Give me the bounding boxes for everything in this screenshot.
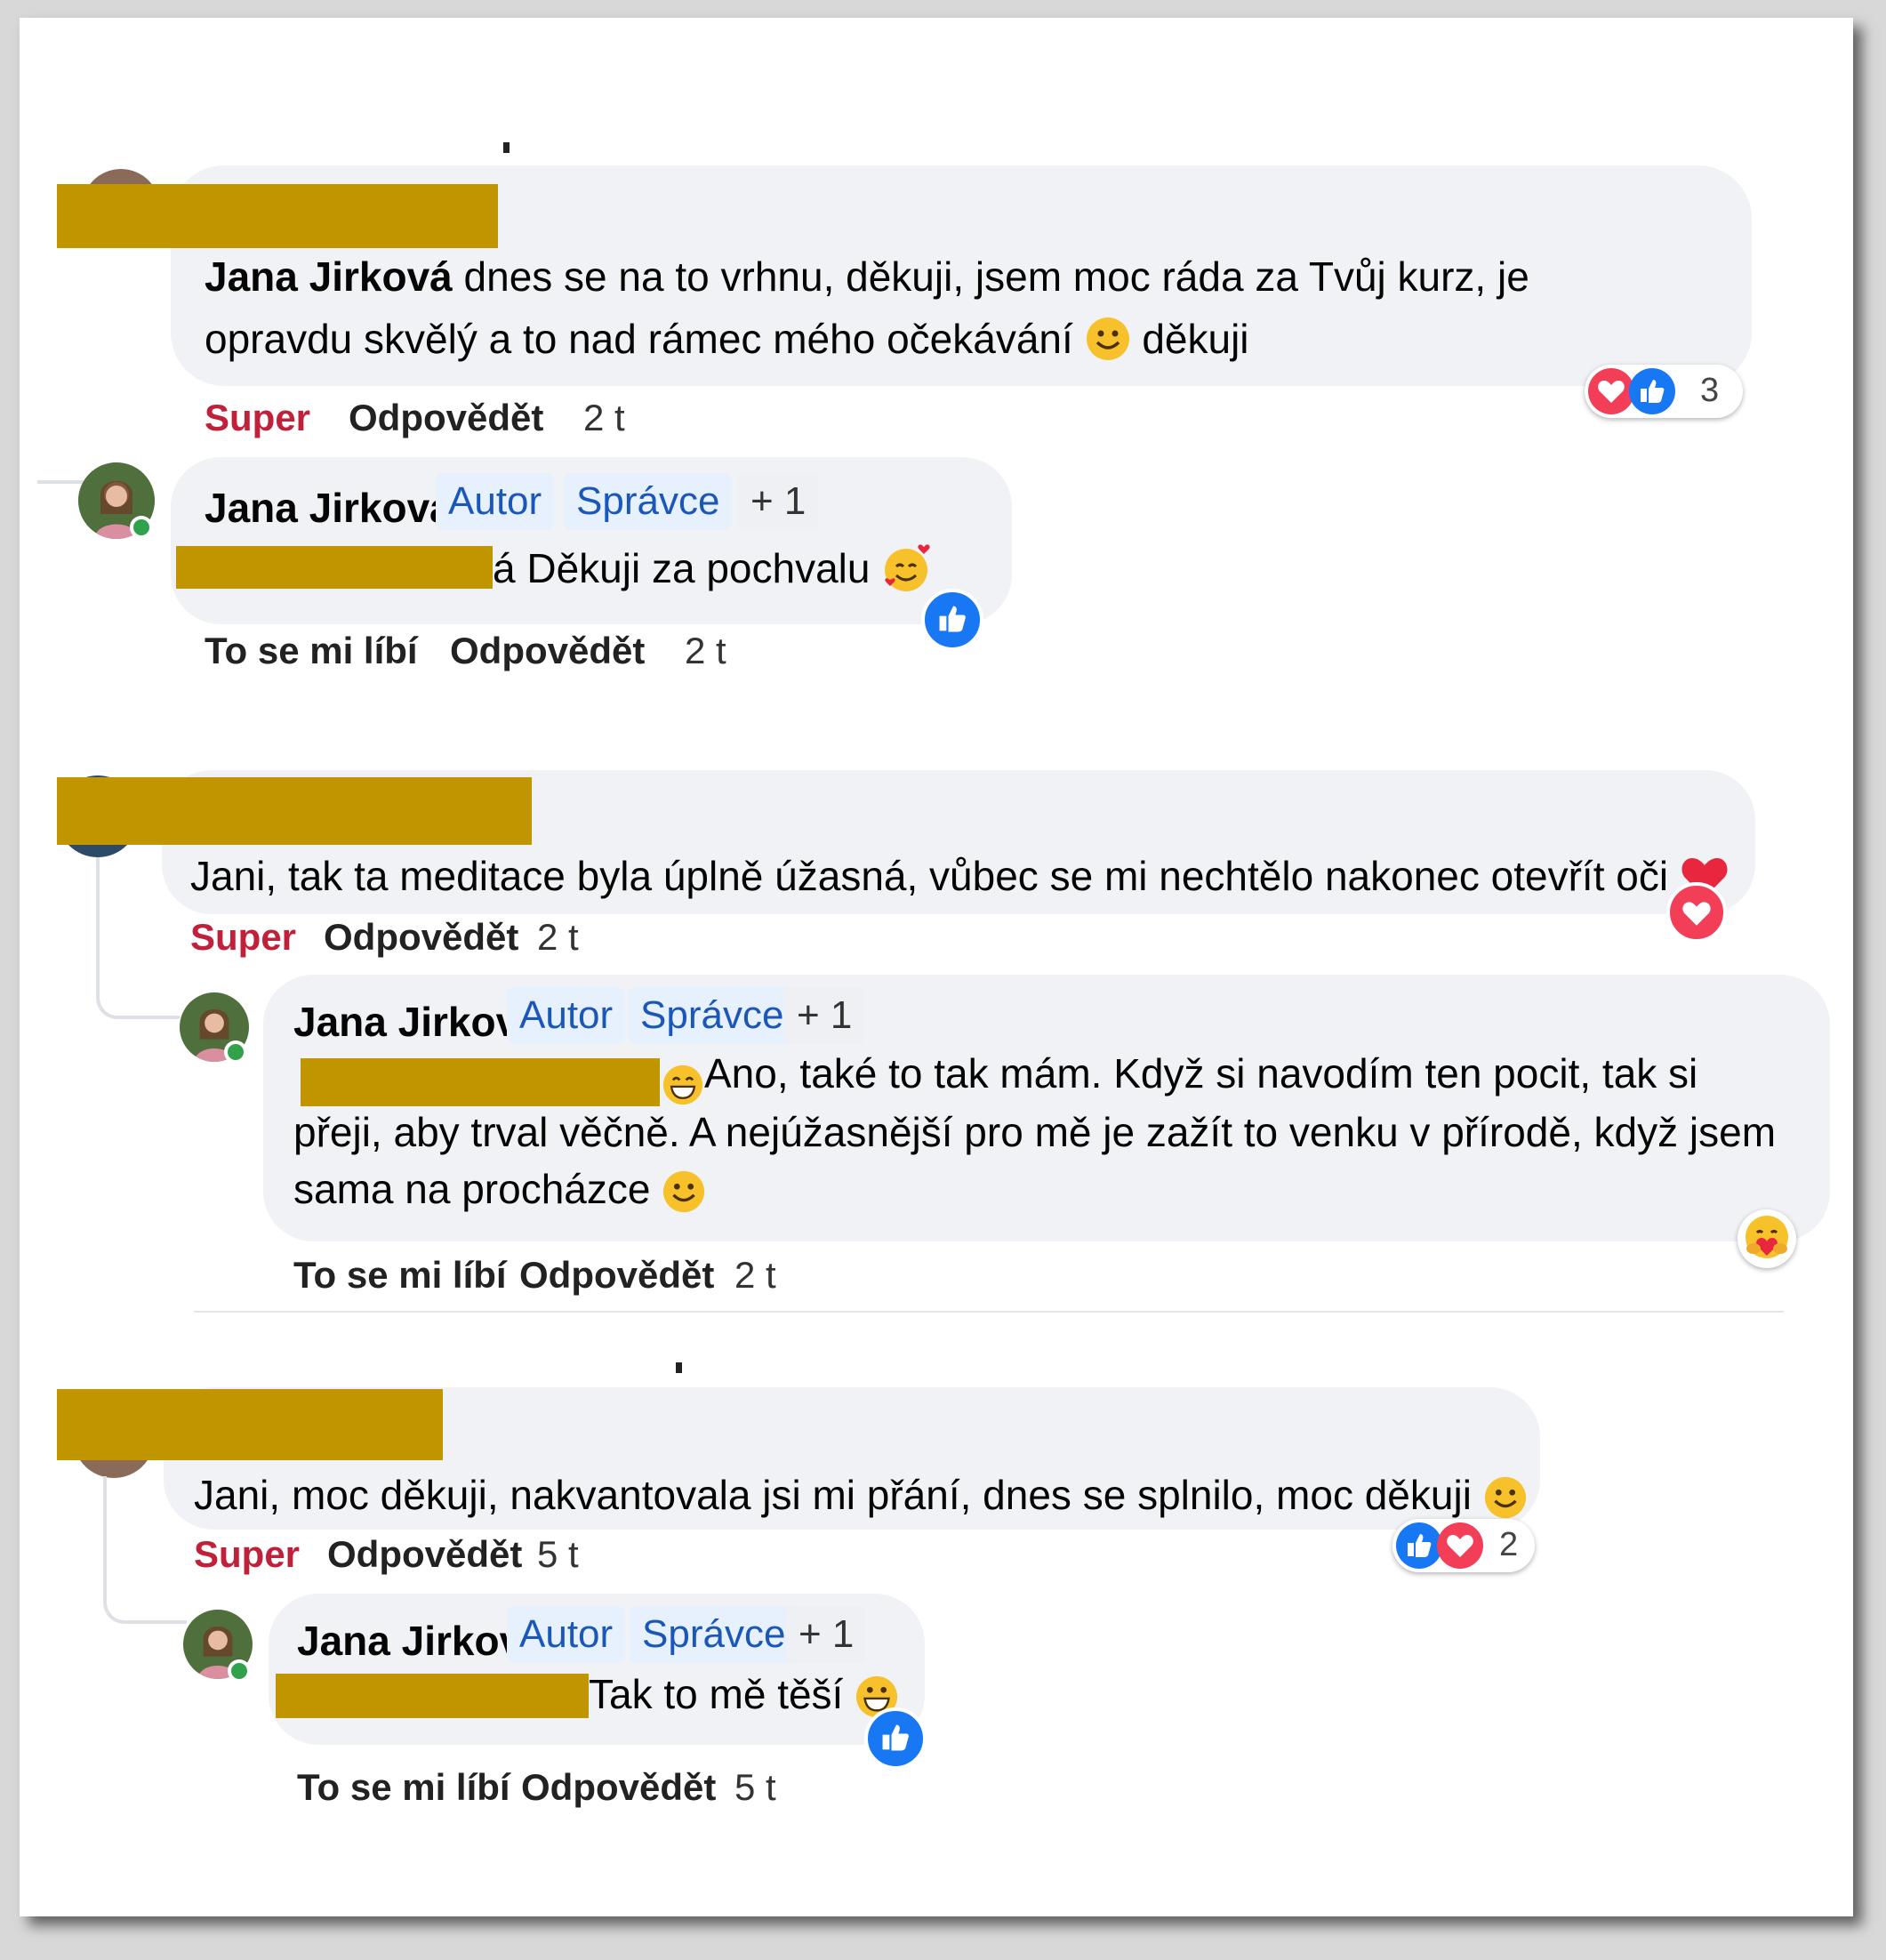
badge-more[interactable]: + 1 <box>738 473 819 530</box>
timestamp[interactable]: 2 t <box>537 916 579 959</box>
comment-text: Jana Jirková dnes se na to vrhnu, děkuji… <box>205 253 1529 300</box>
timestamp[interactable]: 2 t <box>734 1254 776 1297</box>
reactions-summary[interactable]: 3 <box>1585 365 1743 418</box>
comment-text: Jani, moc děkuji, nakvantovala jsi mi př… <box>194 1464 1528 1526</box>
smiling-face-with-hearts-icon <box>881 542 935 595</box>
reaction-count: 3 <box>1700 372 1720 409</box>
timestamp[interactable]: 2 t <box>583 397 625 439</box>
comment-text-line2: přeji, aby trval věčně. A nejúžasnější p… <box>293 1109 1777 1155</box>
reaction-count: 2 <box>1499 1526 1519 1563</box>
like-icon <box>1396 1522 1442 1569</box>
love-icon <box>1588 368 1634 414</box>
reaction-super-button[interactable]: Super <box>205 397 310 439</box>
comments-panel: Jana Jirková dnes se na to vrhnu, děkuji… <box>20 18 1853 1916</box>
author-name[interactable]: Jana Jirková <box>205 484 453 532</box>
reaction-super-button[interactable]: Super <box>190 916 296 959</box>
reply-button[interactable]: Odpovědět <box>521 1766 716 1809</box>
reply-button[interactable]: Odpovědět <box>519 1254 714 1297</box>
timestamp[interactable]: 2 t <box>685 630 726 672</box>
badge-autor[interactable]: Autor <box>507 987 626 1044</box>
badge-spravce[interactable]: Správce <box>630 1606 799 1663</box>
like-button[interactable]: To se mi líbí <box>293 1254 507 1297</box>
comment-text: Ano, také to tak mám. Když si navodím te… <box>662 1042 1697 1105</box>
like-reaction-icon[interactable] <box>864 1707 927 1770</box>
divider <box>194 1311 1784 1313</box>
timestamp[interactable]: 5 t <box>537 1533 579 1576</box>
separator-dot <box>503 142 510 153</box>
redacted-author-name <box>57 777 532 845</box>
redacted-mention <box>301 1058 660 1106</box>
comment-text: Jani, tak ta meditace byla úplně úžasná,… <box>190 845 1730 907</box>
badge-more[interactable]: + 1 <box>786 1606 867 1663</box>
like-button[interactable]: To se mi líbí <box>297 1766 510 1809</box>
reply-button[interactable]: Odpovědět <box>450 630 645 672</box>
reactions-summary[interactable]: 2 <box>1392 1519 1535 1572</box>
online-status-icon <box>130 516 153 539</box>
reply-button[interactable]: Odpovědět <box>349 397 543 439</box>
timestamp[interactable]: 5 t <box>734 1766 776 1809</box>
like-button[interactable]: To se mi líbí <box>205 630 418 672</box>
smile-emoji-icon <box>1085 316 1131 362</box>
redacted-author-name <box>57 184 498 248</box>
badge-more[interactable]: + 1 <box>784 987 865 1044</box>
badge-spravce[interactable]: Správce <box>628 987 797 1044</box>
like-reaction-icon[interactable] <box>921 589 983 651</box>
grinning-face-icon <box>662 1061 704 1105</box>
badge-autor[interactable]: Autor <box>507 1606 626 1663</box>
reply-button[interactable]: Odpovědět <box>324 916 518 959</box>
smile-emoji-icon <box>662 1169 706 1213</box>
comment-text: Tak to mě těší <box>589 1663 899 1725</box>
online-status-icon <box>228 1659 251 1683</box>
comment-text-line2: opravdu skvělý a to nad rámec mého očeká… <box>205 316 1249 362</box>
love-reaction-icon[interactable] <box>1666 882 1727 943</box>
love-icon <box>1437 1522 1483 1569</box>
badge-spravce[interactable]: Správce <box>564 473 733 530</box>
reaction-super-button[interactable]: Super <box>194 1533 300 1576</box>
author-name[interactable]: Jana Jirková <box>293 998 542 1046</box>
separator-dot <box>676 1362 682 1373</box>
care-reaction-icon[interactable] <box>1738 1209 1796 1268</box>
online-status-icon <box>224 1040 247 1064</box>
redacted-mention <box>176 546 493 589</box>
like-icon <box>1629 368 1675 414</box>
smile-emoji-icon <box>1483 1474 1528 1519</box>
thread-connector <box>37 480 84 484</box>
comment-text: á Děkuji za pochvalu <box>493 537 935 599</box>
tagged-user[interactable]: Jana Jirková <box>205 253 453 300</box>
redacted-mention <box>276 1674 589 1718</box>
redacted-author-name <box>57 1389 443 1460</box>
reply-button[interactable]: Odpovědět <box>327 1533 522 1576</box>
comment-text-line3: sama na procházce <box>293 1158 706 1220</box>
badge-autor[interactable]: Autor <box>436 473 555 530</box>
